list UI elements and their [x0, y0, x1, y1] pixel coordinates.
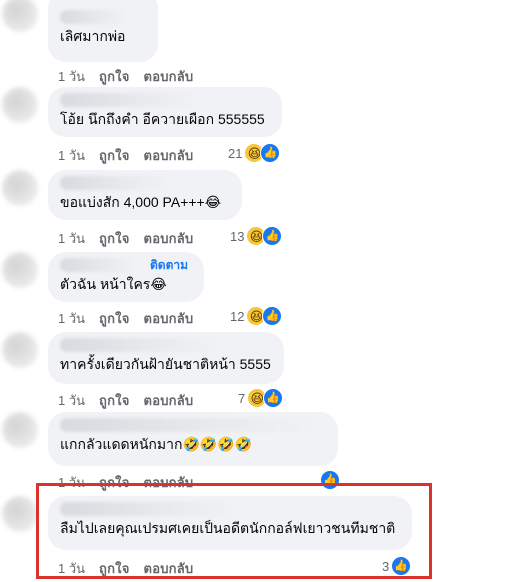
like-button[interactable]: ถูกใจ — [99, 66, 130, 87]
reply-button[interactable]: ตอบกลับ — [144, 308, 194, 329]
comment-text: แกกลัวแดดหนักมาก🤣🤣🤣🤣 — [60, 436, 253, 452]
author-name[interactable] — [60, 93, 200, 107]
comment-text: ลืมไปเลยคุณเปรมศเคยเป็นอดีตนักกอล์ฟเยาวช… — [60, 520, 396, 536]
reply-button[interactable]: ตอบกลับ — [144, 228, 194, 249]
reaction-count: 3 — [382, 558, 390, 574]
comment-bubble: ลืมไปเลยคุณเปรมศเคยเป็นอดีตนักกอล์ฟเยาวช… — [48, 496, 412, 550]
comment-text: ตัวฉัน หน้าใคร😂 — [60, 276, 167, 292]
follow-link[interactable]: ติดตาม — [150, 256, 188, 275]
reaction-count: 12 — [230, 308, 245, 324]
timestamp[interactable]: 1 วัน — [58, 66, 85, 87]
reaction-count: 13 — [230, 228, 245, 244]
comment-text: ทาครั้งเดียวกันฝ้ายันชาติหน้า 5555 — [60, 356, 271, 372]
thumbs-up-icon: 👍 — [320, 470, 340, 490]
thumbs-up-icon: 👍 — [263, 388, 284, 408]
thumbs-up-icon: 👍 — [391, 556, 412, 576]
avatar[interactable] — [2, 332, 38, 368]
reply-button[interactable]: ตอบกลับ — [144, 472, 194, 493]
comment-bubble: เลิศมากพ่อ — [48, 0, 158, 62]
comment-actions: 1 วัน ถูกใจ ตอบกลับ — [58, 472, 207, 493]
reaction-summary[interactable]: 21 😆 👍 — [228, 143, 281, 163]
avatar[interactable] — [2, 170, 38, 206]
comment-actions: 1 วัน ถูกใจ ตอบกลับ — [58, 145, 207, 166]
comment-bubble: โอ้ย นึกถึงคำ อีควายเผือก 555555 — [48, 87, 282, 137]
avatar[interactable] — [2, 0, 38, 32]
comment-bubble: ขอแบ่งสัก 4,000 PA+++😂 — [48, 170, 242, 220]
comment-actions: 1 วัน ถูกใจ ตอบกลับ — [58, 390, 207, 411]
like-button[interactable]: ถูกใจ — [99, 228, 130, 249]
comment-actions: 1 วัน ถูกใจ ตอบกลับ — [58, 66, 207, 87]
reaction-summary[interactable]: 3 👍 — [382, 556, 412, 576]
comment-bubble: ทาครั้งเดียวกันฝ้ายันชาติหน้า 5555 — [48, 332, 284, 384]
avatar[interactable] — [2, 252, 38, 288]
author-name[interactable] — [60, 258, 140, 272]
author-name[interactable] — [60, 176, 170, 190]
reply-button[interactable]: ตอบกลับ — [144, 145, 194, 166]
avatar[interactable] — [2, 496, 38, 532]
timestamp[interactable]: 1 วัน — [58, 390, 85, 411]
timestamp[interactable]: 1 วัน — [58, 308, 85, 329]
timestamp[interactable]: 1 วัน — [58, 472, 85, 493]
author-name[interactable] — [60, 502, 240, 516]
like-button[interactable]: ถูกใจ — [99, 558, 130, 579]
author-name[interactable] — [60, 338, 220, 352]
thumbs-up-icon: 👍 — [262, 226, 283, 246]
like-button[interactable]: ถูกใจ — [99, 472, 130, 493]
reply-button[interactable]: ตอบกลับ — [144, 558, 194, 579]
comment-actions: 1 วัน ถูกใจ ตอบกลับ — [58, 228, 207, 249]
avatar[interactable] — [2, 412, 38, 448]
timestamp[interactable]: 1 วัน — [58, 145, 85, 166]
reaction-summary[interactable]: 12 😆 👍 — [230, 306, 283, 326]
reaction-summary[interactable]: 13 😆 👍 — [230, 226, 283, 246]
avatar[interactable] — [2, 87, 38, 123]
comment-text: ขอแบ่งสัก 4,000 PA+++😂 — [60, 194, 222, 210]
comment-bubble: ติดตาม ตัวฉัน หน้าใคร😂 — [48, 252, 204, 302]
thumbs-up-icon: 👍 — [262, 306, 283, 326]
reaction-count: 21 — [228, 145, 243, 161]
like-button[interactable]: ถูกใจ — [99, 390, 130, 411]
thumbs-up-icon: 👍 — [260, 143, 281, 163]
author-name[interactable] — [60, 10, 130, 24]
comment-actions: 1 วัน ถูกใจ ตอบกลับ — [58, 558, 207, 579]
author-name[interactable] — [60, 418, 320, 432]
comment-actions: 1 วัน ถูกใจ ตอบกลับ — [58, 308, 207, 329]
comment-bubble: แกกลัวแดดหนักมาก🤣🤣🤣🤣 — [48, 412, 338, 466]
like-button[interactable]: ถูกใจ — [99, 145, 130, 166]
timestamp[interactable]: 1 วัน — [58, 558, 85, 579]
reply-button[interactable]: ตอบกลับ — [144, 66, 194, 87]
reaction-summary[interactable]: 👍 — [320, 470, 340, 490]
timestamp[interactable]: 1 วัน — [58, 228, 85, 249]
comment-text: โอ้ย นึกถึงคำ อีควายเผือก 555555 — [60, 111, 265, 127]
comment-text: เลิศมากพ่อ — [60, 28, 126, 44]
reaction-summary[interactable]: 7 😆 👍 — [238, 388, 284, 408]
reaction-count: 7 — [238, 390, 246, 406]
like-button[interactable]: ถูกใจ — [99, 308, 130, 329]
reply-button[interactable]: ตอบกลับ — [144, 390, 194, 411]
